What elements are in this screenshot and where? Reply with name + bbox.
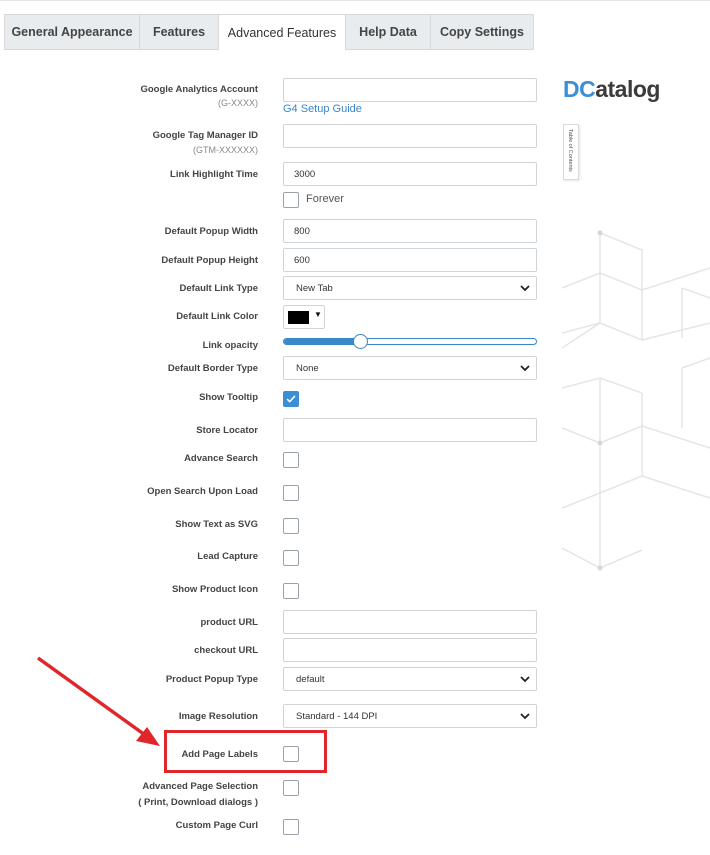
page-curl-label: Custom Page Curl xyxy=(175,820,258,831)
lead-capture-checkbox[interactable] xyxy=(283,550,299,566)
popup-height-input[interactable]: 600 xyxy=(283,248,537,272)
chevron-down-icon xyxy=(520,285,530,292)
popup-type-select[interactable]: default xyxy=(283,667,537,691)
dcatalog-logo: DCatalog xyxy=(563,76,660,102)
link-color-label: Default Link Color xyxy=(176,311,258,322)
link-color-picker[interactable]: ▼ xyxy=(283,305,325,329)
tab-features[interactable]: Features xyxy=(139,14,219,50)
adv-page-selection-checkbox[interactable] xyxy=(283,780,299,796)
gtm-label: Google Tag Manager ID xyxy=(152,130,258,141)
open-search-label: Open Search Upon Load xyxy=(147,486,258,497)
link-opacity-label: Link opacity xyxy=(202,340,258,351)
border-type-label: Default Border Type xyxy=(167,363,258,374)
slider-handle[interactable] xyxy=(352,334,368,349)
top-divider xyxy=(0,0,710,1)
chevron-down-icon xyxy=(520,676,530,683)
forever-label: Forever xyxy=(306,193,344,205)
link-type-value: New Tab xyxy=(296,282,333,294)
checkmark-icon xyxy=(286,395,296,403)
show-tooltip-label: Show Tooltip xyxy=(199,392,258,403)
store-locator-input[interactable] xyxy=(283,418,537,442)
tab-copy-settings[interactable]: Copy Settings xyxy=(430,14,534,50)
image-resolution-value: Standard - 144 DPI xyxy=(296,710,378,722)
annotation-arrow-icon xyxy=(36,656,160,746)
highlight-box xyxy=(164,730,327,773)
popup-height-label: Default Popup Height xyxy=(161,255,258,266)
show-svg-label: Show Text as SVG xyxy=(175,519,258,530)
page-curl-checkbox[interactable] xyxy=(283,819,299,835)
highlight-time-label: Link Highlight Time xyxy=(170,169,258,180)
link-type-select[interactable]: New Tab xyxy=(283,276,537,300)
decorative-pattern xyxy=(562,230,710,571)
link-opacity-slider[interactable] xyxy=(283,334,537,349)
popup-type-value: default xyxy=(296,673,325,685)
tab-general-appearance[interactable]: General Appearance xyxy=(4,14,140,50)
lead-capture-label: Lead Capture xyxy=(197,551,258,562)
border-type-select[interactable]: None xyxy=(283,356,537,380)
ga-label: Google Analytics Account xyxy=(140,84,258,95)
ga-setup-guide-link[interactable]: G4 Setup Guide xyxy=(283,103,362,115)
product-icon-label: Show Product Icon xyxy=(171,584,258,595)
table-of-contents-tab[interactable]: Table of Contents xyxy=(563,124,579,180)
advance-search-checkbox[interactable] xyxy=(283,452,299,468)
product-url-input[interactable] xyxy=(283,610,537,634)
show-svg-checkbox[interactable] xyxy=(283,518,299,534)
chevron-down-icon xyxy=(520,365,530,372)
forever-checkbox[interactable] xyxy=(283,192,299,208)
highlight-time-input[interactable]: 3000 xyxy=(283,162,537,186)
popup-width-input[interactable]: 800 xyxy=(283,219,537,243)
image-resolution-select[interactable]: Standard - 144 DPI xyxy=(283,704,537,728)
popup-type-label: Product Popup Type xyxy=(165,674,258,685)
show-tooltip-checkbox[interactable] xyxy=(283,391,299,407)
link-type-label: Default Link Type xyxy=(179,283,258,294)
adv-page-selection-hint: ( Print, Download dialogs ) xyxy=(138,797,258,808)
image-resolution-label: Image Resolution xyxy=(178,711,258,722)
tab-advanced-features[interactable]: Advanced Features xyxy=(218,14,346,51)
checkout-url-label: checkout URL xyxy=(194,645,258,656)
product-icon-checkbox[interactable] xyxy=(283,583,299,599)
advance-search-label: Advance Search xyxy=(184,453,258,464)
border-type-value: None xyxy=(296,362,319,374)
caret-down-icon: ▼ xyxy=(314,310,322,319)
ga-input[interactable] xyxy=(283,78,537,102)
checkout-url-input[interactable] xyxy=(283,638,537,662)
tab-help-data[interactable]: Help Data xyxy=(345,14,431,50)
color-swatch xyxy=(288,311,309,324)
chevron-down-icon xyxy=(520,713,530,720)
open-search-checkbox[interactable] xyxy=(283,485,299,501)
popup-width-label: Default Popup Width xyxy=(164,226,258,237)
gtm-input[interactable] xyxy=(283,124,537,148)
slider-fill xyxy=(284,339,361,344)
ga-hint: (G-XXXX) xyxy=(217,98,258,108)
product-url-label: product URL xyxy=(200,617,258,628)
gtm-hint: (GTM-XXXXXX) xyxy=(192,145,258,155)
adv-page-selection-label: Advanced Page Selection xyxy=(142,781,258,792)
store-locator-label: Store Locator xyxy=(196,425,258,436)
